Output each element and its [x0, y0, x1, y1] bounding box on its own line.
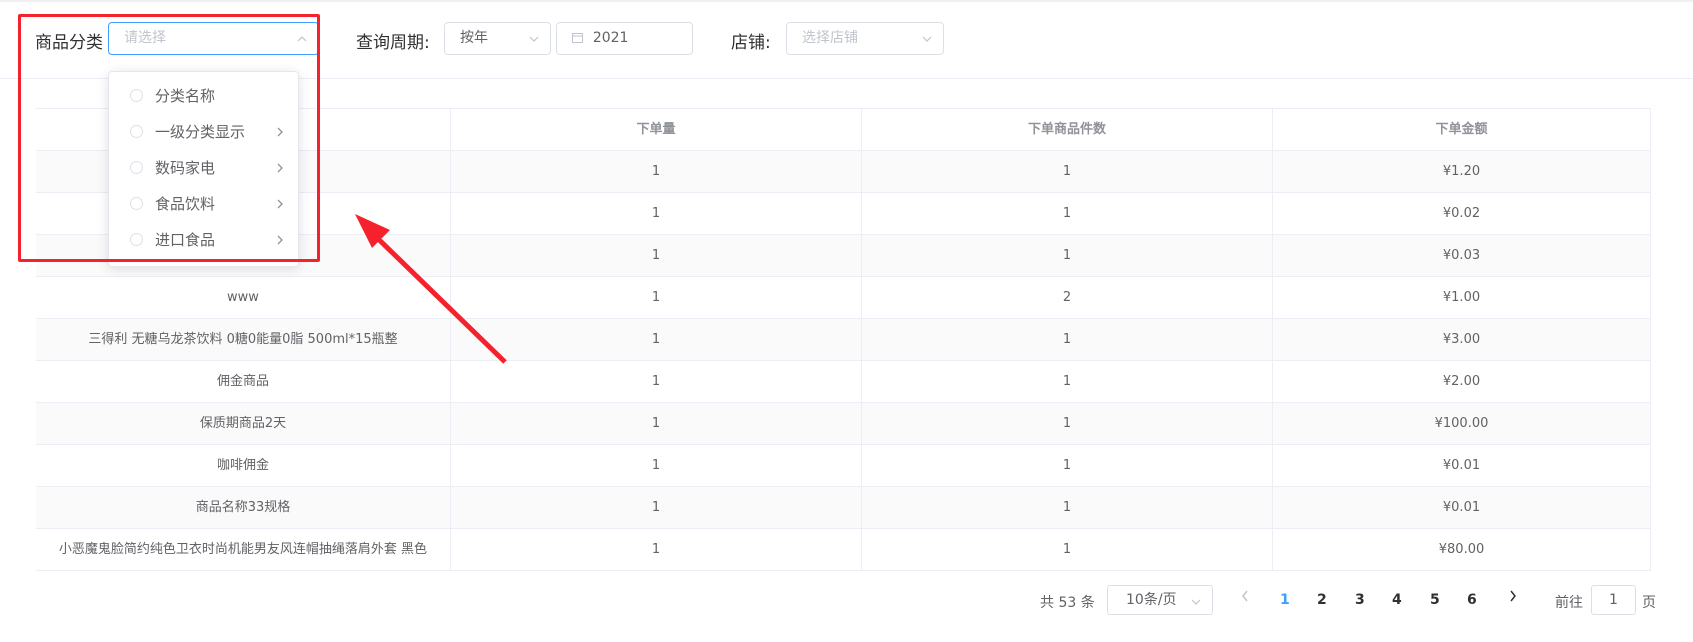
dropdown-item[interactable]: 分类名称	[109, 78, 298, 114]
table-row: 保质期商品2天 1 1 ¥100.00	[36, 403, 1651, 445]
cell-name: 佣金商品	[36, 361, 451, 403]
cell-items: 1	[862, 487, 1273, 529]
table-row: 佣金商品 1 1 ¥2.00	[36, 361, 1651, 403]
cell-orders: 1	[451, 277, 862, 319]
chevron-up-icon	[296, 23, 308, 54]
table-row: 咖啡佣金 1 1 ¥0.01	[36, 445, 1651, 487]
cell-orders: 1	[451, 529, 862, 571]
cell-items: 1	[862, 529, 1273, 571]
category-label: 商品分类	[35, 33, 103, 53]
dropdown-item[interactable]: 数码家电	[109, 150, 298, 186]
goto-page-input[interactable]: 1	[1591, 585, 1636, 615]
radio-icon[interactable]	[130, 161, 143, 174]
cell-name: 咖啡佣金	[36, 445, 451, 487]
chevron-right-icon	[276, 150, 284, 186]
cell-items: 1	[862, 151, 1273, 193]
page-4[interactable]: 4	[1392, 592, 1402, 608]
cell-name: www	[36, 277, 451, 319]
header-items: 下单商品件数	[862, 109, 1273, 151]
dropdown-item-label: 进口食品	[155, 231, 216, 249]
cell-items: 1	[862, 361, 1273, 403]
cell-items: 1	[862, 235, 1273, 277]
cell-items: 1	[862, 193, 1273, 235]
category-select[interactable]: 请选择	[108, 22, 319, 55]
cell-orders: 1	[451, 235, 862, 277]
table-row: www 1 2 ¥1.00	[36, 277, 1651, 319]
cell-orders: 1	[451, 445, 862, 487]
page-1[interactable]: 1	[1280, 592, 1290, 608]
period-value: 按年	[460, 30, 488, 46]
dropdown-item[interactable]: 进口食品	[109, 222, 298, 258]
cell-amount: ¥2.00	[1273, 361, 1651, 403]
store-placeholder: 选择店铺	[802, 30, 858, 46]
next-page-icon[interactable]	[1508, 588, 1518, 607]
store-label: 店铺:	[731, 33, 771, 53]
cell-amount: ¥0.01	[1273, 445, 1651, 487]
page-3[interactable]: 3	[1355, 592, 1365, 608]
dropdown-item-label: 数码家电	[155, 159, 216, 177]
chevron-right-icon	[276, 222, 284, 258]
cell-items: 1	[862, 403, 1273, 445]
table-row: 三得利 无糖乌龙茶饮料 0糖0能量0脂 500ml*15瓶整 1 1 ¥3.00	[36, 319, 1651, 361]
chevron-down-icon	[528, 23, 540, 54]
dropdown-item-label: 分类名称	[155, 87, 216, 105]
radio-icon[interactable]	[130, 125, 143, 138]
cell-orders: 1	[451, 487, 862, 529]
cell-orders: 1	[451, 193, 862, 235]
category-placeholder: 请选择	[124, 30, 166, 46]
prev-page-icon[interactable]	[1240, 588, 1250, 607]
period-label: 查询周期:	[356, 33, 430, 53]
cell-name: 商品名称33规格	[36, 487, 451, 529]
cell-amount: ¥3.00	[1273, 319, 1651, 361]
cell-items: 1	[862, 445, 1273, 487]
cell-orders: 1	[451, 403, 862, 445]
chevron-down-icon	[921, 23, 933, 54]
year-value: 2021	[592, 30, 629, 46]
page-5[interactable]: 5	[1430, 592, 1440, 608]
dropdown-item-label: 食品饮料	[155, 195, 216, 213]
dropdown-item[interactable]: 一级分类显示	[109, 114, 298, 150]
year-picker[interactable]: 2021	[556, 22, 693, 55]
cell-amount: ¥1.20	[1273, 151, 1651, 193]
cell-orders: 1	[451, 151, 862, 193]
page-6[interactable]: 6	[1467, 592, 1477, 608]
cell-amount: ¥0.02	[1273, 193, 1651, 235]
period-select[interactable]: 按年	[444, 22, 551, 55]
chevron-right-icon	[276, 186, 284, 222]
category-dropdown: 分类名称一级分类显示 数码家电食品饮料进口食品	[108, 71, 299, 267]
cell-amount: ¥1.00	[1273, 277, 1651, 319]
page-size-select[interactable]: 10条/页	[1107, 585, 1213, 615]
table-row: 小恶魔鬼脸简约纯色卫衣时尚机能男友风连帽抽绳落肩外套 黑色 1 1 ¥80.00	[36, 529, 1651, 571]
cell-orders: 1	[451, 361, 862, 403]
dropdown-item-label: 一级分类显示	[155, 123, 246, 141]
dropdown-item[interactable]: 食品饮料	[109, 186, 298, 222]
calendar-icon	[572, 31, 587, 45]
chevron-down-icon	[1190, 587, 1202, 615]
header-amount: 下单金额	[1273, 109, 1651, 151]
pagination-total: 共 53 条	[1040, 595, 1095, 611]
radio-icon[interactable]	[130, 233, 143, 246]
cell-items: 1	[862, 319, 1273, 361]
header-orders: 下单量	[451, 109, 862, 151]
radio-icon[interactable]	[130, 197, 143, 210]
cell-amount: ¥100.00	[1273, 403, 1651, 445]
cell-name: 三得利 无糖乌龙茶饮料 0糖0能量0脂 500ml*15瓶整	[36, 319, 451, 361]
cell-orders: 1	[451, 319, 862, 361]
page-suffix: 页	[1642, 595, 1656, 611]
page-2[interactable]: 2	[1317, 592, 1327, 608]
radio-icon[interactable]	[130, 89, 143, 102]
goto-label: 前往	[1555, 595, 1583, 611]
store-select[interactable]: 选择店铺	[786, 22, 944, 55]
cell-amount: ¥0.03	[1273, 235, 1651, 277]
cell-amount: ¥0.01	[1273, 487, 1651, 529]
page-size-value: 10条/页	[1126, 592, 1177, 608]
cell-items: 2	[862, 277, 1273, 319]
cell-name: 保质期商品2天	[36, 403, 451, 445]
cell-name: 小恶魔鬼脸简约纯色卫衣时尚机能男友风连帽抽绳落肩外套 黑色	[36, 529, 451, 571]
chevron-right-icon	[276, 114, 284, 150]
table-row: 商品名称33规格 1 1 ¥0.01	[36, 487, 1651, 529]
cell-amount: ¥80.00	[1273, 529, 1651, 571]
